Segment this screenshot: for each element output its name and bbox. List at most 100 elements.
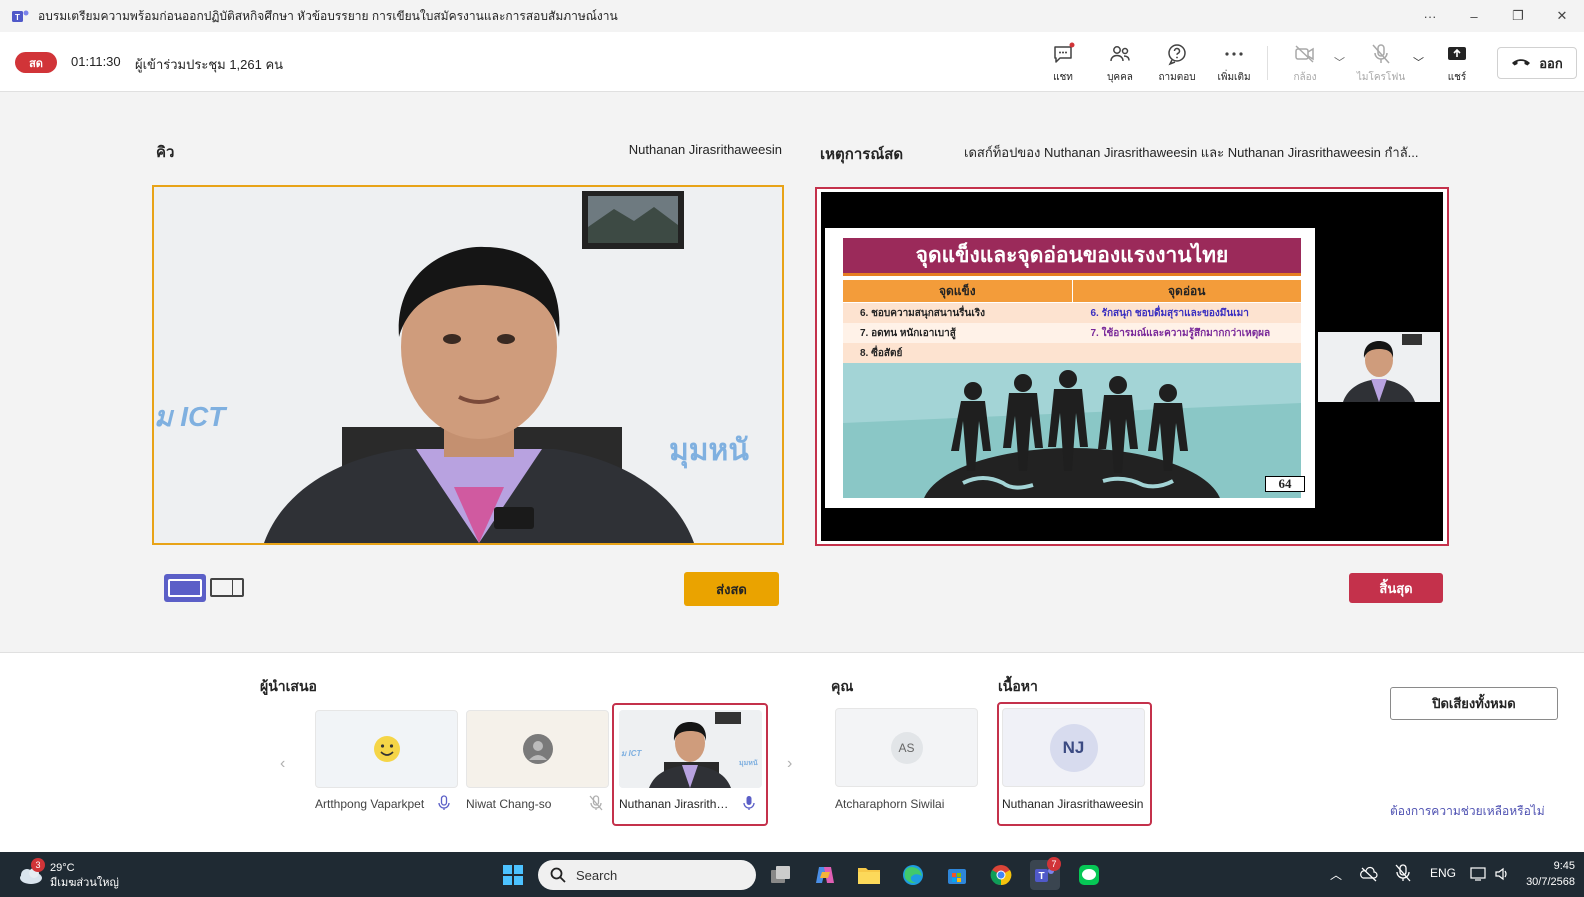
onedrive-icon[interactable] (1360, 866, 1378, 882)
content-name: Nuthanan Jirasrithaweesin (1002, 797, 1144, 811)
you-title: คุณ (831, 678, 854, 694)
svg-text:ม ICT: ม ICT (621, 749, 642, 758)
split-layout-button[interactable] (210, 578, 244, 597)
minimize-button[interactable]: – (1452, 0, 1496, 32)
chat-icon (1054, 42, 1075, 63)
presenter-name-3: Nuthanan Jirasritha... (619, 797, 731, 811)
taskbar-search[interactable]: Search (538, 860, 756, 890)
weather-temp: 29°C (50, 862, 75, 874)
live-badge: สด (15, 52, 57, 73)
qa-button[interactable]: ถามตอบ (1152, 42, 1202, 86)
you-name: Atcharaphorn Siwilai (835, 797, 945, 811)
content-tile[interactable]: NJ (1002, 708, 1145, 787)
clock-date: 30/7/2568 (1526, 876, 1575, 888)
presenter-tile-3[interactable]: ม ICT มุมหนั (619, 710, 762, 788)
weakness-row-1: 6. รักสนุก ชอบดื่มสุราและของมึนเมา (1090, 307, 1249, 319)
volume-icon[interactable] (1494, 866, 1510, 882)
start-button[interactable] (498, 860, 528, 890)
presentation-slide: จุดแข็งและจุดอ่อนของแรงงานไทย จุดแข็ง จุ… (825, 228, 1315, 508)
presenter-name-2: Niwat Chang-so (466, 797, 552, 811)
content-title: เนื้อหา (998, 678, 1038, 694)
attendee-count: ผู้เข้าร่วมประชุม 1,261 คน (135, 57, 284, 72)
windows-taskbar: 3 29°C มีเมฆส่วนใหญ่ Search T 7 ︿ ENG 9:… (0, 852, 1584, 897)
taskbar-clock[interactable]: 9:45 30/7/2568 (1523, 858, 1575, 890)
weather-badge: 3 (31, 858, 45, 872)
prev-presenters-chevron-icon[interactable]: ‹ (280, 755, 285, 773)
strength-row-3: 8. ซื่อสัตย์ (860, 347, 903, 359)
queue-video[interactable]: ม ICT มุมหนั (152, 185, 784, 545)
live-video[interactable]: จุดแข็งและจุดอ่อนของแรงงานไทย จุดแข็ง จุ… (815, 187, 1449, 546)
presenter-video-image (154, 187, 782, 543)
strength-header: จุดแข็ง (843, 280, 1073, 302)
help-link[interactable]: ต้องการความช่วยเหลือหรือไม่ (1390, 802, 1545, 821)
share-button[interactable]: แชร์ (1432, 42, 1482, 86)
store-icon (948, 869, 966, 884)
presenter-video-thumbnail: ม ICT มุมหนั (619, 710, 762, 788)
leave-button[interactable]: ออก (1497, 47, 1577, 79)
mic-muted-icon (589, 795, 603, 811)
presenter-name-1: Artthpong Vaparkpet (315, 797, 425, 811)
smiley-avatar-icon (373, 736, 400, 762)
tray-mic-muted-icon[interactable] (1393, 862, 1413, 884)
qa-label: ถามตอบ (1158, 72, 1196, 83)
next-presenters-chevron-icon[interactable]: › (787, 755, 792, 773)
weakness-row-2: 7. ใช้อารมณ์และความรู้สึกมากกว่าเหตุผล (1090, 327, 1271, 339)
qa-icon (1168, 44, 1186, 66)
chat-label: แชท (1053, 72, 1073, 83)
presenters-title: ผู้นำเสนอ (260, 678, 317, 694)
presenter-tile-1[interactable] (315, 710, 458, 788)
network-icon[interactable] (1470, 866, 1488, 882)
camera-options-chevron-icon[interactable]: ﹀ (1334, 54, 1345, 70)
mic-options-chevron-icon[interactable]: ﹀ (1413, 54, 1424, 70)
camera-button[interactable]: กล้อง (1280, 42, 1330, 86)
task-view-button[interactable] (766, 860, 796, 890)
search-placeholder: Search (576, 867, 618, 883)
close-button[interactable]: ✕ (1540, 0, 1584, 32)
search-icon (550, 867, 566, 883)
chrome-button[interactable] (986, 860, 1016, 890)
wall-text-left: ม ICT (154, 401, 226, 432)
more-button[interactable]: เพิ่มเติม (1209, 42, 1259, 86)
restore-button[interactable]: ❐ (1496, 0, 1540, 32)
weakness-header: จุดอ่อน (1072, 280, 1301, 302)
participants-panel (0, 652, 1584, 852)
people-icon (1110, 46, 1130, 62)
send-live-button[interactable]: ส่งสด (684, 572, 779, 606)
copilot-icon (816, 867, 834, 883)
single-layout-button[interactable] (164, 574, 206, 602)
mute-all-button[interactable]: ปิดเสียงทั้งหมด (1390, 687, 1558, 720)
svg-text:มุมหนั: มุมหนั (739, 759, 758, 767)
file-explorer-button[interactable] (854, 860, 884, 890)
screen-share-area: จุดแข็งและจุดอ่อนของแรงงานไทย จุดแข็ง จุ… (821, 192, 1443, 541)
mic-button[interactable]: ไมโครโฟน (1356, 42, 1406, 86)
more-options-button[interactable]: ··· (1408, 0, 1452, 32)
queue-title: คิว (156, 144, 175, 161)
queue-presenter-name: Nuthanan Jirasrithaweesin (628, 142, 782, 157)
toolbar-divider (1267, 46, 1268, 80)
svg-text:T: T (1038, 871, 1044, 882)
photo-avatar-icon (522, 734, 553, 764)
mic-label: ไมโครโฟน (1356, 72, 1406, 83)
mic-off-icon (1372, 44, 1390, 64)
store-button[interactable] (942, 860, 972, 890)
edge-button[interactable] (898, 860, 928, 890)
you-tile[interactable]: AS (835, 708, 978, 787)
presenter-tile-2[interactable] (466, 710, 609, 788)
line-button[interactable] (1074, 860, 1104, 890)
chrome-icon (990, 865, 1012, 886)
share-icon (1448, 47, 1466, 60)
tray-overflow-chevron-icon[interactable]: ︿ (1330, 866, 1342, 883)
copilot-button[interactable] (810, 860, 840, 890)
language-indicator[interactable]: ENG (1430, 866, 1456, 880)
mic-on-icon (438, 795, 450, 810)
folder-icon (858, 868, 880, 884)
phone-hangup-icon (1512, 59, 1531, 66)
chat-button[interactable]: แชท (1038, 42, 1088, 86)
weather-widget[interactable]: 29°C มีเมฆส่วนใหญ่ (50, 861, 119, 891)
end-event-button[interactable]: สิ้นสุด (1349, 573, 1443, 603)
people-button[interactable]: บุคคล (1095, 42, 1145, 86)
clock-time: 9:45 (1553, 860, 1575, 872)
people-label: บุคคล (1107, 72, 1133, 83)
camera-label: กล้อง (1293, 72, 1317, 83)
strength-row-1: 6. ชอบความสนุกสนานรื่นเริง (860, 307, 986, 319)
